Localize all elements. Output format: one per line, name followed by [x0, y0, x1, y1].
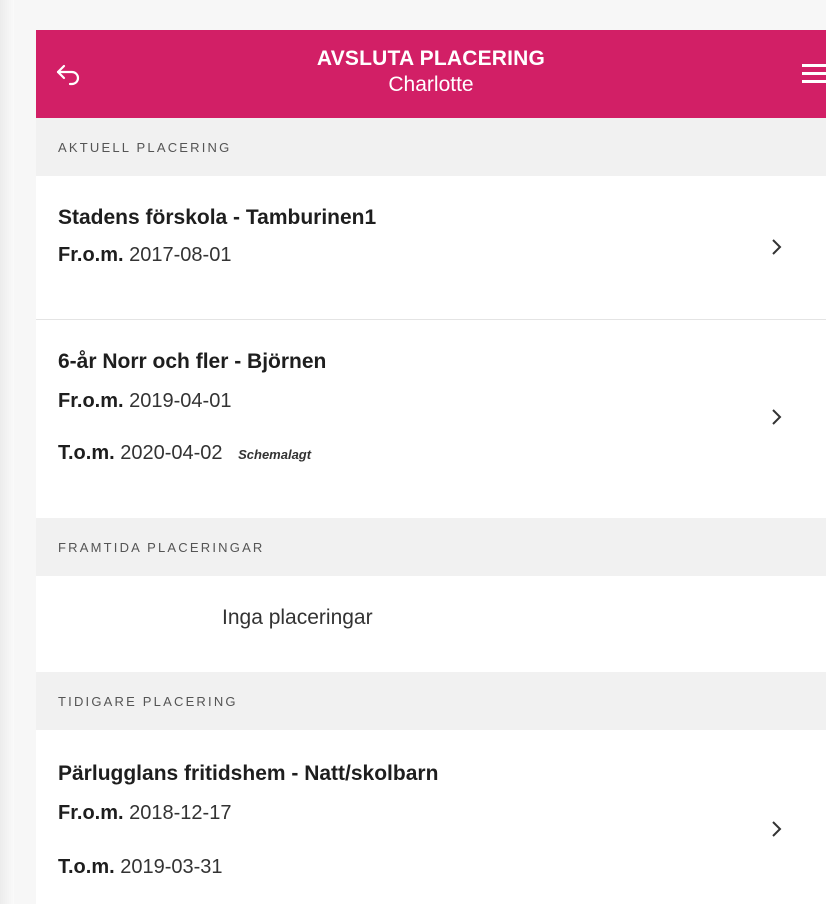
to-date: 2020-04-02	[120, 442, 223, 464]
from-date: 2017-08-01	[129, 244, 232, 266]
placement-title: Stadens förskola - Tamburinen1	[58, 206, 377, 229]
placement-to: T.o.m. 2019-03-31	[58, 856, 223, 879]
placement-title: Pärlugglans fritidshem - Natt/skolbarn	[58, 762, 439, 785]
page-subtitle: Charlotte	[388, 73, 474, 96]
section-header-future: FRAMTIDA PLACERINGAR	[36, 518, 826, 576]
placement-from: Fr.o.m. 2019-04-01	[58, 390, 231, 413]
from-label: Fr.o.m.	[58, 390, 124, 412]
empty-state: Inga placeringar	[36, 576, 826, 672]
to-label: T.o.m.	[58, 442, 115, 464]
section-label: FRAMTIDA PLACERINGAR	[58, 539, 265, 555]
from-date: 2019-04-01	[129, 390, 232, 412]
hamburger-menu-icon	[802, 64, 826, 83]
placement-title: 6-år Norr och fler - Björnen	[58, 350, 327, 373]
placement-from: Fr.o.m. 2018-12-17	[58, 802, 231, 825]
menu-button[interactable]	[792, 58, 826, 92]
placement-item[interactable]: Pärlugglans fritidshem - Natt/skolbarn F…	[36, 730, 826, 904]
section-header-current: AKTUELL PLACERING	[36, 118, 826, 176]
to-label: T.o.m.	[58, 856, 115, 878]
section-label: AKTUELL PLACERING	[58, 139, 232, 155]
app-header: AVSLUTA PLACERING Charlotte	[36, 30, 826, 118]
from-label: Fr.o.m.	[58, 244, 124, 266]
empty-state-text: Inga placeringar	[222, 606, 373, 629]
from-label: Fr.o.m.	[58, 802, 124, 824]
chevron-right-icon	[772, 821, 782, 837]
app-panel: AVSLUTA PLACERING Charlotte AKTUELL PLAC…	[36, 30, 826, 904]
status-tag: Schemalagt	[238, 447, 312, 462]
to-date: 2019-03-31	[120, 856, 223, 878]
from-date: 2018-12-17	[129, 802, 232, 824]
section-label: TIDIGARE PLACERING	[58, 693, 238, 709]
screen-edge-shadow	[0, 0, 14, 904]
section-header-previous: TIDIGARE PLACERING	[36, 672, 826, 730]
placement-item[interactable]: 6-år Norr och fler - Björnen Fr.o.m. 201…	[36, 320, 826, 518]
placement-from: Fr.o.m. 2017-08-01	[58, 244, 231, 267]
placement-to: T.o.m. 2020-04-02 Schemalagt	[58, 442, 311, 465]
chevron-right-icon	[772, 239, 782, 255]
placement-item[interactable]: Stadens förskola - Tamburinen1 Fr.o.m. 2…	[36, 176, 826, 320]
page-title: AVSLUTA PLACERING	[316, 47, 546, 70]
chevron-right-icon	[772, 409, 782, 425]
